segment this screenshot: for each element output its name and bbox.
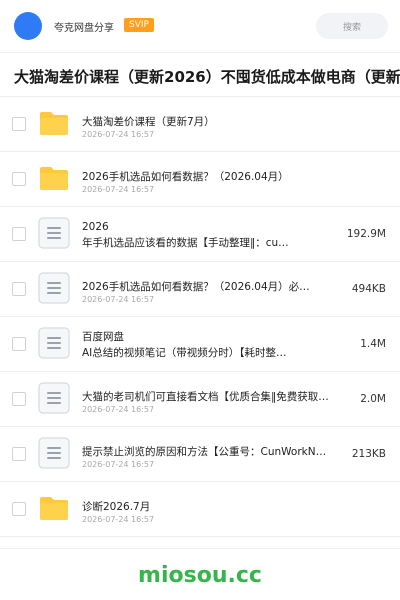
- list-item[interactable]: 2026手机选品如何看数据？（2026.04月） 2026-07-24 16:57: [0, 152, 400, 207]
- folder-icon: [38, 107, 70, 139]
- file-date: 2026-07-24 16:57: [82, 405, 155, 414]
- list-item[interactable]: 诊断2026.7月 2026-07-24 16:57: [0, 482, 400, 537]
- file-date: 2026-07-24 16:57: [82, 515, 155, 524]
- page: 夸克网盘分享 SVIP 搜索 大猫淘差价课程（更新2026）不囤货低成本做电商（…: [0, 0, 400, 600]
- search-input[interactable]: 搜索: [316, 13, 388, 39]
- file-size: 494KB: [351, 283, 386, 295]
- document-icon: [38, 272, 70, 304]
- file-name-line: 2026: [82, 221, 109, 233]
- list-item[interactable]: 2026 年手机选品应该看的数据【手动整理‖：cu… 192.9M: [0, 207, 400, 262]
- document-icon: [38, 437, 70, 469]
- file-size: 213KB: [351, 448, 386, 460]
- select-checkbox[interactable]: [12, 172, 26, 186]
- file-size: 192.9M: [346, 228, 386, 240]
- file-name: 2026手机选品如何看数据？（2026.04月）必…: [82, 281, 310, 293]
- file-date: 2026-07-24 16:57: [82, 130, 155, 139]
- document-icon: [38, 217, 70, 249]
- select-checkbox[interactable]: [12, 502, 26, 516]
- file-name: 2026手机选品如何看数据？（2026.04月）: [82, 171, 289, 183]
- file-name: 2026 年手机选品应该看的数据【手动整理‖：cu…: [82, 219, 332, 251]
- file-name-line: 百度网盘: [82, 331, 124, 343]
- select-checkbox[interactable]: [12, 282, 26, 296]
- list-item[interactable]: 2026手机选品如何看数据？（2026.04月）必… 2026-07-24 16:…: [0, 262, 400, 317]
- file-date: 2026-07-24 16:57: [82, 185, 155, 194]
- select-checkbox[interactable]: [12, 337, 26, 351]
- select-checkbox[interactable]: [12, 392, 26, 406]
- file-name: 提示禁止浏览的原因和方法【公重号：CunWorkN…: [82, 446, 327, 458]
- document-icon: [38, 327, 70, 359]
- folder-icon: [38, 162, 70, 194]
- file-name-line: AI总结的视频笔记（带视频分时）【耗时整…: [82, 347, 287, 359]
- avatar[interactable]: [14, 12, 42, 40]
- list-item[interactable]: 提示禁止浏览的原因和方法【公重号：CunWorkN… 2026-07-24 16:…: [0, 427, 400, 482]
- svip-badge: SVIP: [124, 18, 154, 32]
- folder-icon: [38, 492, 70, 524]
- file-date: 2026-07-24 16:57: [82, 460, 155, 469]
- file-size: 1.4M: [360, 338, 386, 350]
- select-checkbox[interactable]: [12, 227, 26, 241]
- page-title: 大猫淘差价课程（更新2026）不囤货低成本做电商（更新7: [14, 68, 400, 86]
- select-checkbox[interactable]: [12, 117, 26, 131]
- file-name: 大猫淘差价课程（更新7月）: [82, 116, 215, 128]
- file-name-line: 年手机选品应该看的数据【手动整理‖：cu…: [82, 237, 289, 249]
- list-item[interactable]: 百度网盘 AI总结的视频笔记（带视频分时）【耗时整… 1.4M: [0, 317, 400, 372]
- header: 夸克网盘分享 SVIP 搜索: [0, 0, 400, 53]
- file-name: 诊断2026.7月: [82, 501, 151, 513]
- watermark: miosou.cc: [138, 563, 262, 588]
- file-name: 大猫的老司机们可直接看文档【优质合集‖免费获取：c…: [82, 391, 332, 403]
- file-list: 大猫淘差价课程（更新7月） 2026-07-24 16:57 2026手机选品如何看…: [0, 96, 400, 537]
- user-name: 夸克网盘分享: [54, 23, 114, 34]
- select-checkbox[interactable]: [12, 447, 26, 461]
- list-item[interactable]: 大猫淘差价课程（更新7月） 2026-07-24 16:57: [0, 96, 400, 152]
- file-name: 百度网盘 AI总结的视频笔记（带视频分时）【耗时整…: [82, 329, 332, 361]
- file-date: 2026-07-24 16:57: [82, 295, 155, 304]
- list-item[interactable]: 大猫的老司机们可直接看文档【优质合集‖免费获取：c… 2026-07-24 16:…: [0, 372, 400, 427]
- document-icon: [38, 382, 70, 414]
- file-size: 2.0M: [360, 393, 386, 405]
